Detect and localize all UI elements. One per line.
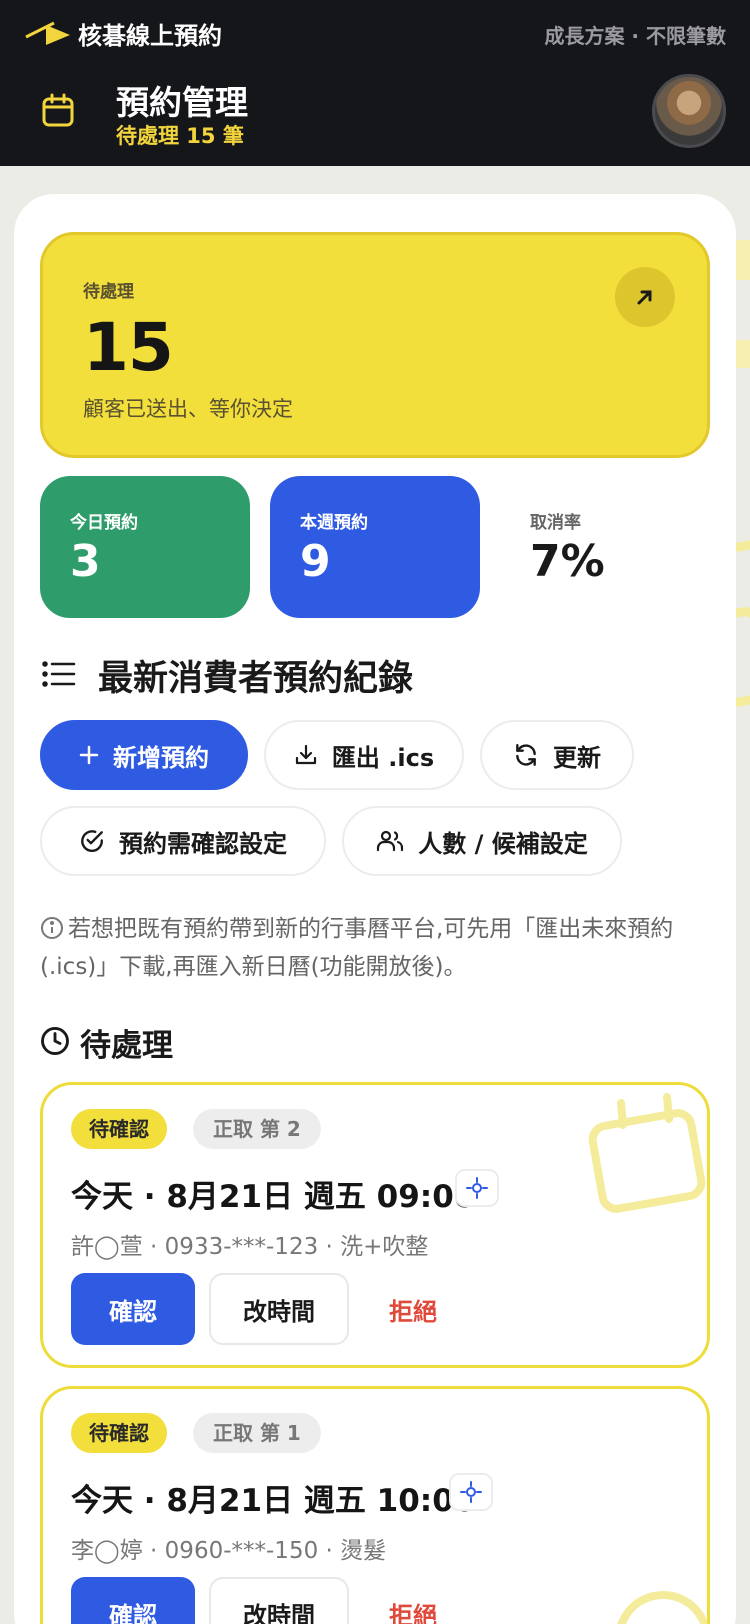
check-circle-icon: [81, 830, 103, 852]
pending-heading: 待處理: [40, 1020, 173, 1065]
decorative-calendar-icon: [588, 1093, 706, 1213]
arrow-up-right-icon[interactable]: [615, 267, 675, 327]
locate-icon[interactable]: [455, 1169, 499, 1207]
booking-detail: 李◯婷 · 0960-***-150 · 燙髮: [71, 1538, 387, 1564]
hero-label: 待處理: [83, 282, 134, 302]
export-ics-label: 匯出 .ics: [331, 743, 435, 772]
pending-title: 待處理: [80, 1028, 173, 1064]
export-ics-button[interactable]: 匯出 .ics: [264, 720, 464, 790]
booking-card: 待確認 正取 第 2 今天 · 8月21日 週五 09:00 許◯萱 · 093…: [40, 1082, 710, 1368]
decorative-strip: [736, 240, 750, 280]
plan-label: 成長方案 · 不限筆數: [544, 24, 726, 48]
page-title: 預約管理: [116, 83, 248, 122]
booking-detail: 許◯萱 · 0933-***-123 · 洗+吹整: [71, 1234, 429, 1260]
calendar-icon: [40, 92, 76, 128]
stat-cancel-rate: 取消率 7%: [500, 476, 710, 618]
pending-count-subtitle: 待處理 15 筆: [116, 124, 244, 148]
add-booking-button[interactable]: 新增預約: [40, 720, 248, 790]
hero-description: 顧客已送出、等你決定: [83, 397, 293, 421]
records-heading: 最新消費者預約紀錄: [42, 650, 413, 701]
pending-summary-card[interactable]: 待處理 15 顧客已送出、等你決定: [40, 232, 710, 458]
rank-badge: 正取 第 2: [193, 1109, 321, 1149]
users-icon: [377, 830, 404, 852]
booking-datetime: 今天 · 8月21日 週五 10:00: [71, 1483, 476, 1519]
rank-badge: 正取 第 1: [193, 1413, 321, 1453]
stat-value: 7%: [530, 536, 605, 587]
booking-card: 待確認 正取 第 1 今天 · 8月21日 週五 10:00 李◯婷 · 096…: [40, 1386, 710, 1624]
add-booking-label: 新增預約: [113, 743, 209, 772]
status-badge: 待確認: [71, 1413, 167, 1453]
stat-value: 3: [70, 536, 101, 587]
download-icon: [295, 744, 316, 765]
hero-value: 15: [83, 309, 174, 386]
stat-week[interactable]: 本週預約 9: [270, 476, 480, 618]
booking-datetime: 今天 · 8月21日 週五 09:00: [71, 1179, 476, 1215]
info-text: 若想把既有預約帶到新的行事曆平台,可先用「匯出未來預約(.ics)」下載,再匯入…: [40, 916, 674, 980]
confirm-settings-button[interactable]: 預約需確認設定: [40, 806, 326, 876]
info-icon: [40, 914, 64, 939]
decorative-clock-icon: [617, 1591, 707, 1624]
capacity-settings-button[interactable]: 人數 / 候補設定: [342, 806, 622, 876]
records-title: 最新消費者預約紀錄: [98, 659, 414, 699]
plus-icon: [79, 745, 99, 765]
reject-button[interactable]: 拒絕: [365, 1273, 461, 1345]
stat-value: 9: [300, 536, 331, 587]
reschedule-button[interactable]: 改時間: [209, 1577, 349, 1624]
stat-today[interactable]: 今日預約 3: [40, 476, 250, 618]
status-badge: 待確認: [71, 1109, 167, 1149]
stat-label: 本週預約: [300, 513, 368, 533]
reschedule-button[interactable]: 改時間: [209, 1273, 349, 1345]
refresh-button[interactable]: 更新: [480, 720, 634, 790]
avatar[interactable]: [652, 74, 726, 148]
list-icon: [42, 660, 76, 691]
refresh-label: 更新: [553, 743, 601, 772]
brand-logo-icon: [24, 19, 72, 49]
decorative-strip: [736, 340, 750, 368]
stat-label: 今日預約: [70, 513, 138, 533]
stat-label: 取消率: [530, 513, 581, 533]
brand-name: 核碁線上預約: [78, 22, 222, 50]
refresh-icon: [516, 744, 536, 766]
confirm-button[interactable]: 確認: [71, 1577, 195, 1624]
reject-button[interactable]: 拒絕: [365, 1577, 461, 1624]
info-note: 若想把既有預約帶到新的行事曆平台,可先用「匯出未來預約(.ics)」下載,再匯入…: [40, 910, 710, 986]
brand[interactable]: 核碁線上預約: [24, 16, 222, 51]
confirm-settings-label: 預約需確認設定: [119, 829, 287, 858]
confirm-button[interactable]: 確認: [71, 1273, 195, 1345]
top-bar: 核碁線上預約 成長方案 · 不限筆數 預約管理 待處理 15 筆: [0, 0, 750, 166]
clock-icon: [40, 1026, 70, 1060]
locate-icon[interactable]: [449, 1473, 493, 1511]
capacity-settings-label: 人數 / 候補設定: [418, 829, 588, 858]
